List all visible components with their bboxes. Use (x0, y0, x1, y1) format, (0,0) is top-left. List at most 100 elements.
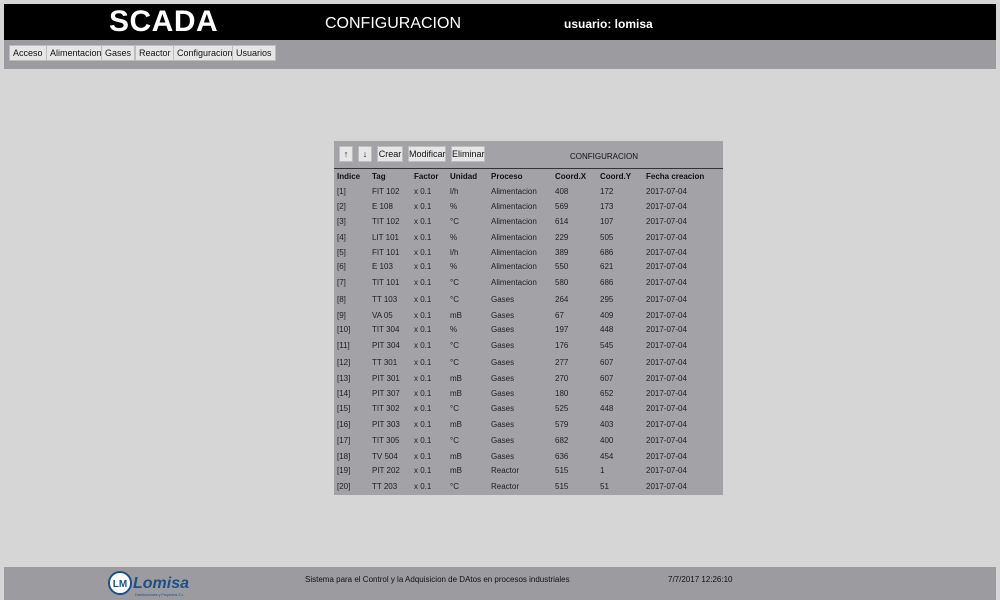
cell-proceso: Gases (491, 325, 515, 334)
cell-y: 621 (600, 262, 614, 271)
cell-proceso: Gases (491, 404, 515, 413)
delete-button[interactable]: Eliminar (451, 146, 485, 162)
cell-fecha: 2017-07-04 (646, 202, 687, 211)
cell-indice: [8] (337, 295, 346, 304)
cell-fecha: 2017-07-04 (646, 248, 687, 257)
cell-factor: x 0.1 (414, 452, 432, 461)
cell-fecha: 2017-07-04 (646, 436, 687, 445)
cell-x: 270 (555, 374, 569, 383)
cell-y: 409 (600, 311, 614, 320)
column-header-factor: Factor (414, 172, 439, 181)
cell-x: 525 (555, 404, 569, 413)
lomisa-logo: LM Lomisa Distribuciones y Proyectos S.L… (108, 571, 189, 597)
cell-y: 107 (600, 217, 614, 226)
table-row[interactable]: [12] TT 301 x 0.1 °C Gases 277 607 2017-07-04 (334, 358, 723, 370)
panel-title: CONFIGURACION (570, 152, 638, 161)
cell-y: 607 (600, 374, 614, 383)
cell-factor: x 0.1 (414, 233, 432, 242)
cell-x: 580 (555, 278, 569, 287)
cell-x: 197 (555, 325, 569, 334)
table-row[interactable]: [10] TIT 304 x 0.1% Gases 197 448 2017-07-04 (334, 325, 723, 337)
cell-fecha: 2017-07-04 (646, 233, 687, 242)
table-row[interactable]: [2] E 108 x 0.1% Alimentacion 569 173 2017-07-… (334, 202, 723, 214)
table-row[interactable]: [6] E 103 x 0.1% Alimentacion 550 621 2017-07-… (334, 262, 723, 274)
cell-indice: [4] (337, 233, 346, 242)
cell-tag: E 103 (372, 262, 393, 271)
cell-unidad: °C (450, 404, 459, 413)
cell-fecha: 2017-07-04 (646, 389, 687, 398)
table-row[interactable]: [17] TIT 305 x 0.1 °C Gases 682 400 2017-07-04 (334, 436, 723, 448)
cell-unidad: mB (450, 420, 462, 429)
cell-factor: x 0.1 (414, 358, 432, 367)
table-row[interactable]: [8] TT 103 x 0.1 °C Gases 264 295 2017-07-04 (334, 295, 723, 307)
cell-tag: VA 05 (372, 311, 393, 320)
cell-y: 295 (600, 295, 614, 304)
column-header-fecha: Fecha creacion (646, 172, 705, 181)
cell-y: 400 (600, 436, 614, 445)
cell-unidad: mB (450, 452, 462, 461)
table-row[interactable]: [19] PIT 202 x 0.1 mB Reactor 515 1 2017-07-04 (334, 466, 723, 478)
cell-x: 67 (555, 311, 564, 320)
configuration-panel: ↑ ↓ Crear Modificar Eliminar CONFIGURACI… (334, 141, 723, 495)
table-row[interactable]: [16] PIT 303 x 0.1 mB Gases 579 403 2017-07-04 (334, 420, 723, 432)
table-row[interactable]: [11] PIT 304 x 0.1 °C Gases 176 545 2017-07-04 (334, 341, 723, 353)
cell-proceso: Alimentacion (491, 248, 537, 257)
cell-y: 403 (600, 420, 614, 429)
table-row[interactable]: [3] TIT 102 x 0.1 °C Alimentacion 614 107 2017-… (334, 217, 723, 229)
cell-indice: [18] (337, 452, 351, 461)
cell-fecha: 2017-07-04 (646, 278, 687, 287)
move-down-button[interactable]: ↓ (358, 146, 372, 162)
menu-acceso-button[interactable]: Acceso (9, 45, 47, 61)
table-row[interactable]: [18] TV 504 x 0.1 mB Gases 636 454 2017-07-04 (334, 452, 723, 464)
cell-factor: x 0.1 (414, 295, 432, 304)
table-row[interactable]: [5] FIT 101 x 0.1 l/h Alimentacion 389 686 2017… (334, 248, 723, 260)
cell-indice: [15] (337, 404, 351, 413)
cell-unidad: °C (450, 482, 459, 491)
footer-description: Sistema para el Control y la Adquisicion… (305, 575, 570, 584)
cell-fecha: 2017-07-04 (646, 466, 687, 475)
table-row[interactable]: [20] TT 203 x 0.1 °C Reactor 515 51 2017-07-04 (334, 482, 723, 494)
move-up-button[interactable]: ↑ (339, 146, 353, 162)
menu-usuarios-button[interactable]: Usuarios (232, 45, 276, 61)
cell-x: 515 (555, 482, 569, 491)
cell-proceso: Gases (491, 374, 515, 383)
table-row[interactable]: [4] LIT 101 x 0.1% Alimentacion 229 505 2017-0… (334, 233, 723, 245)
table-row[interactable]: [7] TIT 101 x 0.1 °C Alimentacion 580 686 2017-… (334, 278, 723, 290)
cell-fecha: 2017-07-04 (646, 452, 687, 461)
cell-tag: TT 103 (372, 295, 398, 304)
modify-button[interactable]: Modificar (408, 146, 446, 162)
cell-factor: x 0.1 (414, 389, 432, 398)
cell-unidad: % (450, 233, 458, 242)
cell-x: 408 (555, 187, 569, 196)
cell-x: 176 (555, 341, 569, 350)
menu-gases-button[interactable]: Gases (101, 45, 136, 61)
column-header-indice: Indice (337, 172, 361, 181)
cell-indice: [17] (337, 436, 351, 445)
cell-y: 686 (600, 248, 614, 257)
menu-reactor-button[interactable]: Reactor (135, 45, 175, 61)
table-row[interactable]: [9] VA 05 x 0.1 mB Gases 67 409 2017-07-04 (334, 311, 723, 323)
cell-factor: x 0.1 (414, 341, 432, 350)
cell-x: 229 (555, 233, 569, 242)
cell-unidad: °C (450, 295, 459, 304)
table-row[interactable]: [1] FIT 102 x 0.1 l/h Alimentacion 408 172 2017… (334, 187, 723, 199)
cell-tag: TT 203 (372, 482, 398, 491)
menu-alimentacion-button[interactable]: Alimentacion (46, 45, 106, 61)
menu-configuracion-button[interactable]: Configuracion (173, 45, 237, 61)
cell-unidad: mB (450, 466, 462, 475)
cell-y: 686 (600, 278, 614, 287)
cell-indice: [12] (337, 358, 351, 367)
cell-indice: [11] (337, 341, 350, 350)
table-row[interactable]: [13] PIT 301 x 0.1 mB Gases 270 607 2017-07-04 (334, 374, 723, 386)
table-row[interactable]: [14] PIT 307 x 0.1 mB Gases 180 652 2017-07-04 (334, 389, 723, 401)
cell-tag: TIT 305 (372, 436, 400, 445)
cell-proceso: Alimentacion (491, 262, 537, 271)
table-row[interactable]: [15] TIT 302 x 0.1 °C Gases 525 448 2017-07-04 (334, 404, 723, 416)
cell-fecha: 2017-07-04 (646, 217, 687, 226)
cell-unidad: °C (450, 341, 459, 350)
footer-timestamp: 7/7/2017 12:26:10 (668, 575, 733, 584)
cell-proceso: Gases (491, 358, 515, 367)
create-button[interactable]: Crear (377, 146, 403, 162)
cell-proceso: Gases (491, 341, 515, 350)
cell-indice: [10] (337, 325, 351, 334)
